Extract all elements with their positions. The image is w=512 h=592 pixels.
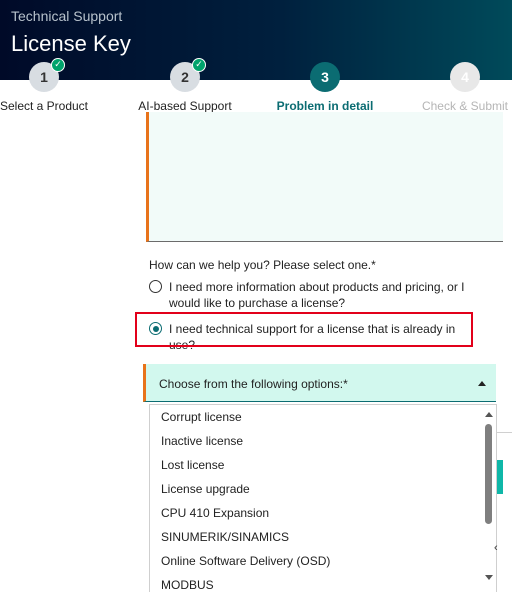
page-title: License Key	[11, 31, 131, 56]
dropdown-option-corrupt-license[interactable]: Corrupt license	[150, 405, 496, 429]
radio-button[interactable]	[149, 280, 162, 293]
step-2-label: AI-based Support	[138, 99, 232, 113]
dropdown-label: Choose from the following options:*	[159, 377, 348, 391]
progress-stepper: 1 ✓ Select a Product 2 ✓ AI-based Suppor…	[0, 58, 512, 113]
step-1-label: Select a Product	[0, 99, 89, 113]
header-subtitle: Technical Support	[11, 8, 123, 24]
scrollbar-thumb[interactable]	[485, 424, 492, 524]
check-icon: ✓	[192, 58, 206, 72]
caret-up-icon[interactable]	[478, 381, 486, 386]
radio-option-info-label: I need more information about products a…	[169, 280, 465, 310]
chevron-left-icon[interactable]: ‹	[494, 542, 498, 554]
step-check-submit: 4 Check & Submit	[405, 62, 512, 113]
step-4-number: 4	[461, 69, 469, 85]
step-1-number: 1	[40, 69, 48, 85]
check-icon: ✓	[51, 58, 65, 72]
scroll-down-arrow-icon[interactable]	[485, 575, 493, 580]
radio-option-info[interactable]: I need more information about products a…	[149, 279, 489, 311]
side-divider	[497, 432, 512, 433]
step-4-label: Check & Submit	[421, 99, 509, 113]
side-button-edge[interactable]	[497, 460, 503, 494]
dropdown-options-list[interactable]: Corrupt license Inactive license Lost li…	[149, 404, 497, 592]
step-3-circle: 3	[310, 62, 340, 92]
options-scrollbar[interactable]	[484, 405, 494, 592]
scroll-up-arrow-icon[interactable]	[485, 412, 493, 417]
help-question-label: How can we help you? Please select one.*	[149, 258, 376, 272]
step-1-circle: 1 ✓	[29, 58, 65, 92]
dropdown-option-online-software-delivery[interactable]: Online Software Delivery (OSD)	[150, 549, 496, 573]
step-2-circle: 2 ✓	[170, 58, 206, 92]
step-3-label: Problem in detail	[276, 99, 374, 113]
step-4-circle: 4	[450, 62, 480, 92]
step-problem-detail: 3 Problem in detail	[265, 62, 385, 113]
dropdown-option-sinumerik-sinamics[interactable]: SINUMERIK/SINAMICS	[150, 525, 496, 549]
dropdown-option-license-upgrade[interactable]: License upgrade	[150, 477, 496, 501]
problem-description-textarea[interactable]	[146, 112, 503, 242]
step-3-number: 3	[321, 69, 329, 85]
dropdown-option-cpu-410-expansion[interactable]: CPU 410 Expansion	[150, 501, 496, 525]
step-ai-support[interactable]: 2 ✓ AI-based Support	[125, 58, 245, 113]
dropdown-option-modbus[interactable]: MODBUS	[150, 573, 496, 592]
selection-highlight-box	[135, 312, 473, 347]
support-options-dropdown[interactable]: Choose from the following options:*	[143, 364, 496, 402]
step-2-number: 2	[181, 69, 189, 85]
step-select-product[interactable]: 1 ✓ Select a Product	[0, 58, 104, 113]
dropdown-option-inactive-license[interactable]: Inactive license	[150, 429, 496, 453]
dropdown-option-lost-license[interactable]: Lost license	[150, 453, 496, 477]
